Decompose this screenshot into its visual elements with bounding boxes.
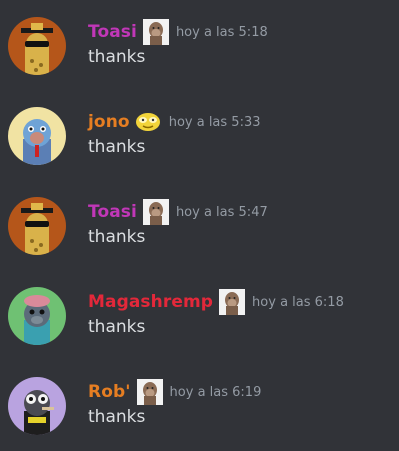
user-avatar[interactable] [8, 287, 66, 345]
chat-message: Magashremp hoy a las 6:18 thanks [0, 287, 399, 377]
ape-avatar-gold-hat-icon [8, 197, 66, 255]
chat-message: jono hoy a las 5:33 thanks [0, 107, 399, 197]
ape-avatar-green-bg-icon [8, 287, 66, 345]
chat-message: Toasi hoy a las 5:18 thanks [0, 17, 399, 107]
username[interactable]: Toasi [88, 202, 137, 222]
username[interactable]: Rob' [88, 382, 131, 402]
user-avatar[interactable] [8, 17, 66, 75]
message-content: thanks [88, 317, 146, 337]
message-timestamp[interactable]: hoy a las 5:18 [176, 25, 268, 40]
username[interactable]: Toasi [88, 22, 137, 42]
chat-message: Toasi hoy a las 5:47 thanks [0, 197, 399, 287]
message-header: Toasi hoy a las 5:47 [88, 199, 268, 225]
face-emoji-icon [134, 109, 162, 135]
message-header: Magashremp hoy a las 6:18 [88, 289, 344, 315]
user-avatar[interactable] [8, 107, 66, 165]
chat-message: Rob' hoy a las 6:19 thanks [0, 377, 399, 451]
ape-badge-icon [136, 379, 163, 405]
message-header: jono hoy a las 5:33 [88, 109, 261, 135]
message-timestamp[interactable]: hoy a las 5:47 [176, 205, 268, 220]
ape-badge-icon [142, 19, 169, 45]
username[interactable]: jono [88, 112, 130, 132]
message-header: Toasi hoy a las 5:18 [88, 19, 268, 45]
message-timestamp[interactable]: hoy a las 5:33 [169, 115, 261, 130]
message-header: Rob' hoy a las 6:19 [88, 379, 261, 405]
ape-badge-icon [219, 289, 246, 315]
user-avatar[interactable] [8, 377, 66, 435]
ape-avatar-gold-hat-icon [8, 17, 66, 75]
user-avatar[interactable] [8, 197, 66, 255]
chat-message-list: Toasi hoy a las 5:18 thanks jono hoy a l… [0, 0, 399, 451]
ape-avatar-blue-fur-icon [8, 107, 66, 165]
message-timestamp[interactable]: hoy a las 6:18 [252, 295, 344, 310]
ape-badge-icon [142, 199, 169, 225]
username[interactable]: Magashremp [88, 292, 213, 312]
message-content: thanks [88, 227, 146, 247]
message-content: thanks [88, 47, 146, 67]
message-content: thanks [88, 407, 146, 427]
message-timestamp[interactable]: hoy a las 6:19 [170, 385, 262, 400]
message-content: thanks [88, 137, 146, 157]
ape-avatar-purple-bg-icon [8, 377, 66, 435]
